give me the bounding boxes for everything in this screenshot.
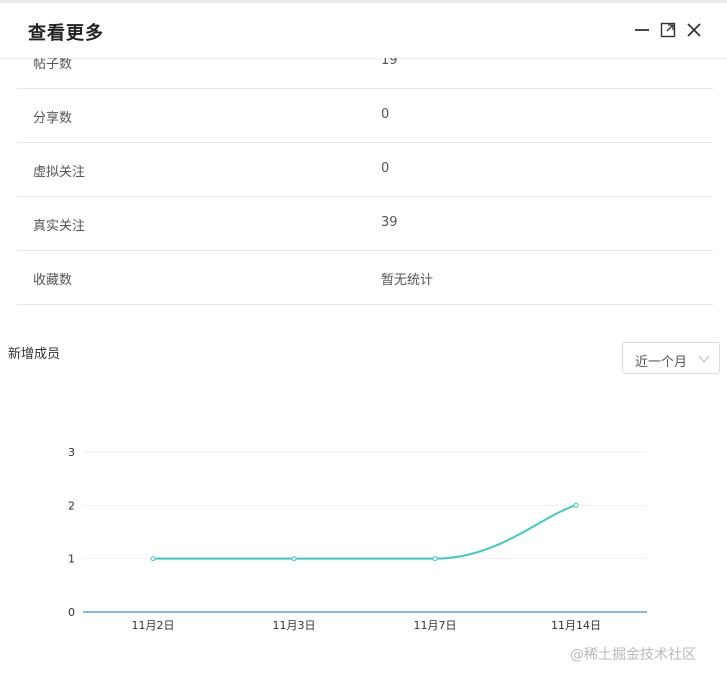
x-tick-label: 11月14日	[551, 619, 601, 632]
x-tick-label: 11月2日	[132, 619, 175, 632]
stats-row-favorites: 收藏数 暂无统计	[17, 251, 713, 305]
stats-scroll-area[interactable]: 帖子数 19 分享数 0 虚拟关注 0 真实关注 39 收藏数 暂无统计	[0, 58, 727, 318]
new-members-chart: 0 1 2 3 11月2日 11月3日 11月7日 11月14日	[68, 446, 647, 632]
y-tick-label: 1	[68, 553, 75, 566]
stats-key: 真实关注	[33, 219, 86, 234]
close-icon[interactable]	[684, 20, 704, 40]
y-tick-label: 3	[68, 446, 75, 459]
data-point	[291, 556, 297, 562]
range-select[interactable]: 近一个月	[622, 342, 720, 374]
stats-key: 虚拟关注	[33, 165, 86, 180]
stats-table: 帖子数 19 分享数 0 虚拟关注 0 真实关注 39 收藏数 暂无统计	[17, 58, 713, 305]
range-select-value: 近一个月	[635, 355, 688, 370]
chevron-down-icon	[698, 355, 710, 363]
section-title: 新增成员	[8, 347, 61, 362]
stats-value: 0	[381, 107, 390, 122]
stats-key: 帖子数	[33, 58, 73, 72]
maximize-icon[interactable]	[658, 20, 678, 40]
stats-value: 39	[381, 215, 398, 230]
stats-row-shares: 分享数 0	[17, 89, 713, 143]
watermark: @稀土掘金技术社区	[570, 647, 696, 663]
stats-row-virtual-follows: 虚拟关注 0	[17, 143, 713, 197]
data-point	[573, 502, 579, 508]
stats-value: 暂无统计	[381, 273, 434, 288]
data-point	[150, 556, 156, 562]
dialog-title: 查看更多	[28, 23, 104, 44]
data-point	[432, 556, 438, 562]
stats-key: 收藏数	[33, 273, 73, 288]
minimize-icon[interactable]	[632, 20, 652, 40]
stats-value: 0	[381, 161, 390, 176]
y-tick-label: 2	[68, 499, 75, 512]
series-line	[153, 504, 577, 560]
x-tick-label: 11月7日	[414, 619, 457, 632]
dialog-header: 查看更多	[0, 3, 727, 59]
stats-value: 19	[381, 58, 398, 68]
y-tick-label: 0	[68, 606, 75, 619]
stats-row-posts: 帖子数 19	[17, 58, 713, 89]
stats-key: 分享数	[33, 111, 73, 126]
x-tick-label: 11月3日	[273, 619, 316, 632]
stats-row-real-follows: 真实关注 39	[17, 197, 713, 251]
